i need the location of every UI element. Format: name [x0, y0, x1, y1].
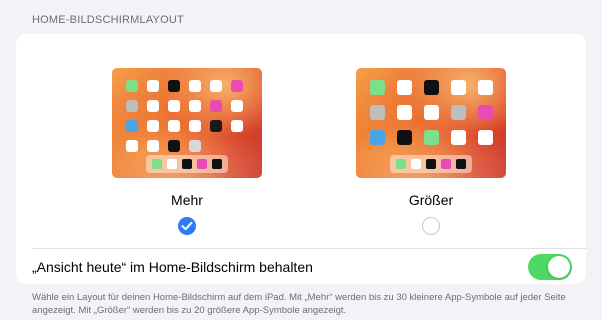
- app-icon: [231, 80, 243, 92]
- dock-app-icon: [426, 159, 436, 169]
- app-icon: [478, 130, 493, 145]
- radio-groesser[interactable]: [422, 217, 440, 235]
- app-icon: [189, 140, 201, 152]
- layout-option-mehr[interactable]: Mehr: [112, 68, 262, 235]
- dock-app-icon: [396, 159, 406, 169]
- today-view-toggle[interactable]: [528, 254, 572, 280]
- app-icon: [168, 140, 180, 152]
- app-icon: [424, 80, 439, 95]
- divider: [32, 248, 586, 249]
- dock: [390, 155, 472, 173]
- app-icon: [370, 105, 385, 120]
- app-icon: [147, 120, 159, 132]
- dock-app-icon: [152, 159, 162, 169]
- checkmark-icon: [181, 221, 193, 231]
- footer-description: Wähle ein Layout für deinen Home-Bildsch…: [32, 292, 566, 316]
- layout-preview-mehr[interactable]: [112, 68, 262, 178]
- app-icon: [451, 105, 466, 120]
- layout-preview-groesser[interactable]: [356, 68, 506, 178]
- today-view-label: „Ansicht heute“ im Home-Bildschirm behal…: [32, 259, 313, 275]
- app-icon: [451, 80, 466, 95]
- app-icon: [189, 80, 201, 92]
- dock-app-icon: [182, 159, 192, 169]
- dock: [146, 155, 228, 173]
- app-icon: [397, 130, 412, 145]
- dock-app-icon: [167, 159, 177, 169]
- dock-app-icon: [197, 159, 207, 169]
- dock-app-icon: [411, 159, 421, 169]
- app-icon: [210, 100, 222, 112]
- app-icon: [478, 80, 493, 95]
- dock-app-icon: [456, 159, 466, 169]
- app-icon: [168, 120, 180, 132]
- radio-mehr[interactable]: [178, 217, 196, 235]
- app-icon: [424, 105, 439, 120]
- toggle-knob: [548, 256, 570, 278]
- app-icon: [126, 80, 138, 92]
- layout-option-label: Mehr: [171, 192, 203, 208]
- app-icon: [210, 80, 222, 92]
- section-header: HOME-BILDSCHIRMLAYOUT: [32, 14, 184, 26]
- app-icon-grid: [370, 80, 493, 145]
- app-icon: [147, 100, 159, 112]
- app-icon: [397, 80, 412, 95]
- app-icon: [126, 120, 138, 132]
- app-icon: [168, 100, 180, 112]
- app-icon: [147, 80, 159, 92]
- dock-app-icon: [212, 159, 222, 169]
- app-icon: [478, 105, 493, 120]
- app-icon: [397, 105, 412, 120]
- app-icon: [451, 130, 466, 145]
- app-icon-grid: [126, 80, 243, 152]
- app-icon: [168, 80, 180, 92]
- app-icon: [231, 100, 243, 112]
- app-icon: [189, 120, 201, 132]
- app-icon: [147, 140, 159, 152]
- app-icon: [126, 100, 138, 112]
- app-icon: [231, 120, 243, 132]
- layout-option-groesser[interactable]: Größer: [356, 68, 506, 235]
- dock-app-icon: [441, 159, 451, 169]
- app-icon: [370, 80, 385, 95]
- app-icon: [424, 130, 439, 145]
- app-icon: [210, 120, 222, 132]
- app-icon: [370, 130, 385, 145]
- layout-option-label: Größer: [408, 192, 454, 208]
- layout-settings-card: Mehr Größer „Ansicht heute“ im Home-Bild…: [16, 34, 586, 284]
- app-icon: [189, 100, 201, 112]
- app-icon: [126, 140, 138, 152]
